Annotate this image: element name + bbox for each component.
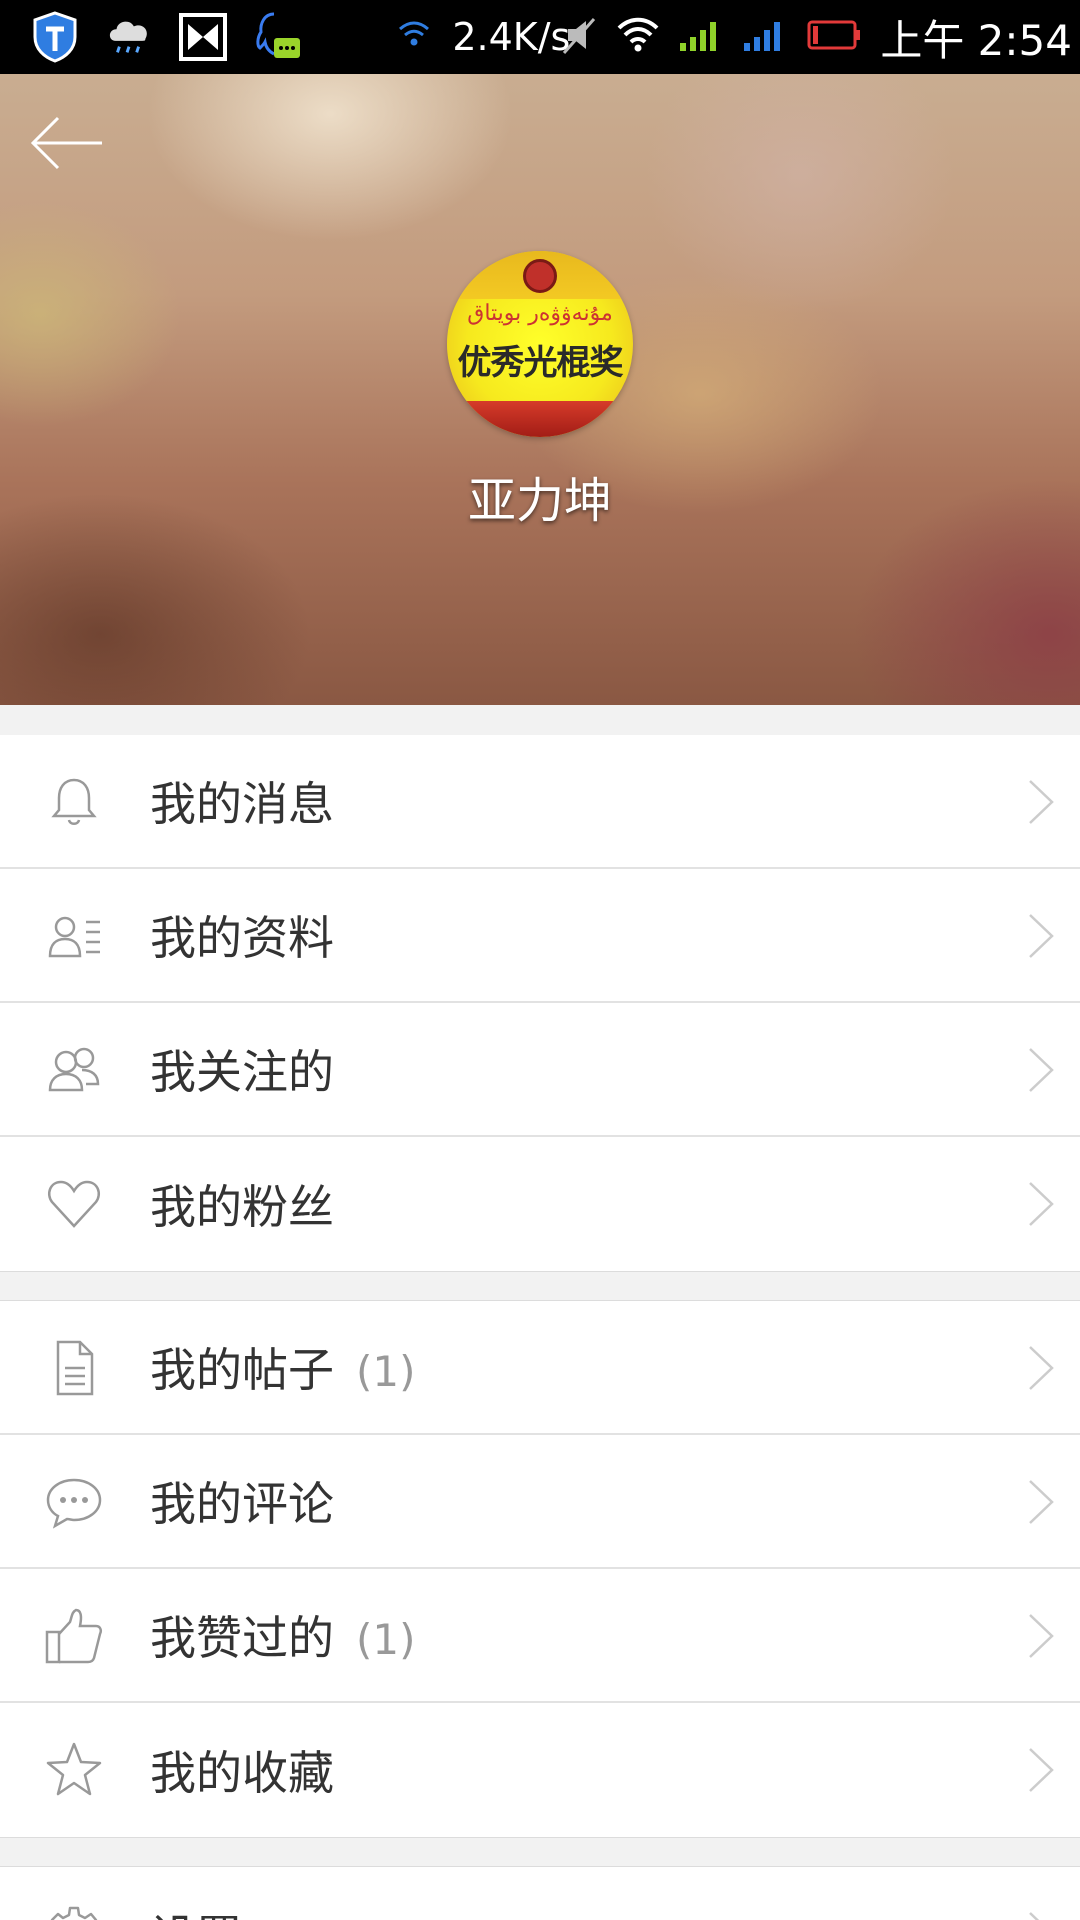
back-button[interactable] [28,110,108,180]
menu-item-label: 我赞过的 (1) [150,1611,416,1665]
chevron-right-icon [1029,1048,1054,1092]
profile-header: مۇنەۋۋەر بويتاق 优秀光棍奖 亚力坤 [0,74,1080,705]
menu-item-messages[interactable]: 我的消息 [0,735,1080,869]
gear-icon [50,1906,98,1920]
profile-card-icon [48,916,100,958]
chevron-right-icon [1029,1912,1040,1920]
signal-2-icon [742,17,788,57]
signal-1-icon [678,17,724,57]
menu-item-following[interactable]: 我关注的 [0,1003,1080,1137]
liked-count: (1) [356,1615,416,1664]
clock: 上午 2:54 [880,15,1072,65]
menu-item-label: 我的帖子 (1) [150,1343,416,1397]
username: 亚力坤 [467,473,612,529]
avatar-medal [523,259,557,293]
post-count: (1) [356,1347,416,1396]
menu-item-label: 我的评论 [150,1477,334,1531]
menu-item-label: 我的收藏 [150,1746,334,1800]
arrow-left-icon [30,116,102,170]
avatar[interactable]: مۇنەۋۋەر بويتاق 优秀光棍奖 [447,251,633,437]
menu-group-3: 设置 [0,1867,1080,1920]
section-divider [0,1271,1080,1301]
mute-icon [558,13,598,61]
wifi-icon [616,15,660,59]
chevron-right-icon [1029,1346,1054,1390]
shield-icon [30,10,80,64]
network-speed: 2.4K/s [452,15,571,59]
butterfly-icon [178,10,228,64]
menu-item-fans[interactable]: 我的粉丝 [0,1137,1080,1271]
menu-item-liked[interactable]: 我赞过的 (1) [0,1569,1080,1703]
menu-item-profile[interactable]: 我的资料 [0,869,1080,1003]
profile-menu: 我的消息 我的资料 我关注的 我的粉丝 我的帖子 (1) 我的评论 我赞过的 (… [0,735,1080,1920]
chevron-right-icon [1029,1748,1054,1792]
menu-item-posts[interactable]: 我的帖子 (1) [0,1301,1080,1435]
menu-item-label: 设置 [150,1901,264,1920]
chevron-right-icon [1029,914,1054,958]
comment-icon [46,1478,102,1529]
cloud-rain-icon [104,10,154,64]
star-icon [46,1742,102,1796]
chevron-right-icon [1029,1480,1054,1524]
status-bar: 2.4K/s 上午 2:54 [0,0,1080,74]
menu-item-label: 我的粉丝 [150,1180,334,1234]
section-divider [0,1837,1080,1867]
heart-icon [48,1180,100,1228]
chevron-right-icon [1029,780,1054,824]
menu-item-label: 我关注的 [150,1045,334,1099]
menu-item-favorites[interactable]: 我的收藏 [0,1703,1080,1837]
menu-group-1: 我的消息 我的资料 我关注的 我的粉丝 [0,735,1080,1271]
wifi-hotspot-icon [394,15,434,59]
menu-item-settings[interactable]: 设置 [0,1867,1080,1920]
avatar-band-bottom [447,401,633,437]
thumbs-up-icon [45,1608,103,1664]
menu-item-label: 我的消息 [150,777,334,831]
avatar-text-chinese: 优秀光棍奖 [457,343,624,383]
menu-group-2: 我的帖子 (1) 我的评论 我赞过的 (1) 我的收藏 [0,1301,1080,1837]
bell-icon [51,778,97,825]
chevron-right-icon [1029,1614,1054,1658]
chevron-right-icon [1029,1182,1054,1226]
qq-message-icon [252,10,302,64]
document-icon [56,1340,94,1396]
avatar-text-uyghur: مۇنەۋۋەر بويتاق [467,301,613,326]
menu-item-label: 我的资料 [150,911,334,965]
menu-item-comments[interactable]: 我的评论 [0,1435,1080,1569]
battery-icon [806,19,862,55]
following-users-icon [48,1047,100,1092]
